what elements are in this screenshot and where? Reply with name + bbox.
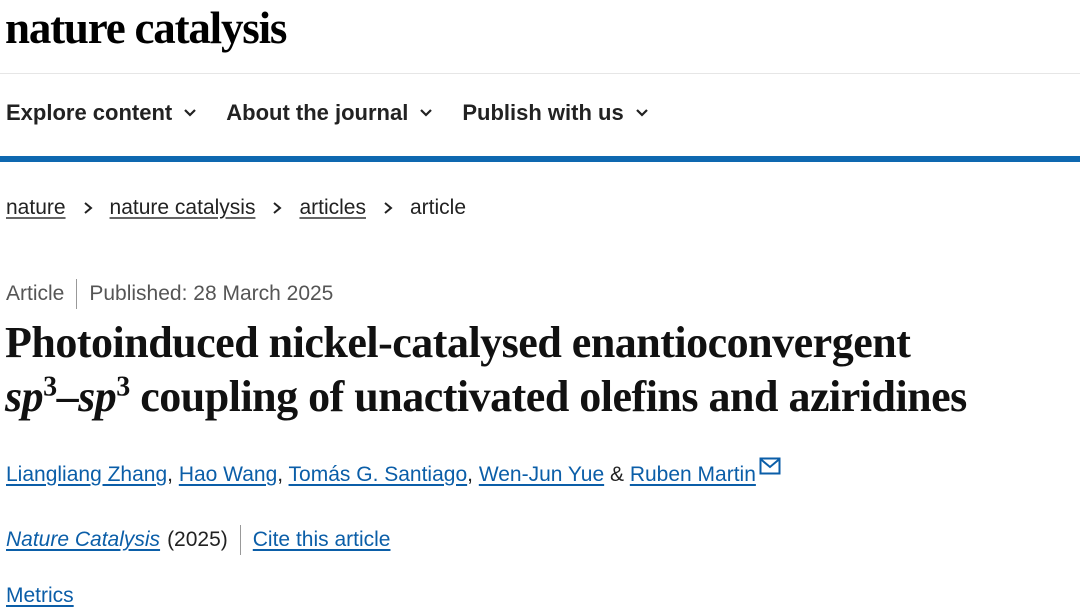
chevron-down-icon <box>420 109 433 117</box>
title-rest: coupling of unactivated olefins and azir… <box>129 372 967 421</box>
breadcrumb-link-articles[interactable]: articles <box>299 196 366 220</box>
author-separator: , <box>167 463 179 486</box>
title-sp-a: sp <box>5 372 44 421</box>
journal-link[interactable]: Nature Catalysis <box>6 528 160 552</box>
journal-citation-line: Nature Catalysis (2025) Cite this articl… <box>6 525 390 555</box>
mail-icon[interactable] <box>759 457 781 475</box>
title-sup-b: 3 <box>116 371 130 403</box>
main-nav: Explore content About the journal Publis… <box>6 100 650 126</box>
author-list: Liangliang Zhang, Hao Wang, Tomás G. San… <box>6 457 781 487</box>
author-link[interactable]: Wen-Jun Yue <box>479 463 604 486</box>
page: nature catalysis Explore content About t… <box>0 0 1080 616</box>
nav-item-label: Publish with us <box>462 100 624 125</box>
nav-explore-content[interactable]: Explore content <box>6 100 198 126</box>
metrics-link[interactable]: Metrics <box>6 584 74 608</box>
title-line-1: Photoinduced nickel-catalysed enantiocon… <box>5 318 911 367</box>
nav-publish-with-us[interactable]: Publish with us <box>462 100 649 126</box>
author-link[interactable]: Liangliang Zhang <box>6 463 167 486</box>
author-separator: , <box>467 463 479 486</box>
breadcrumb-link-nature-catalysis[interactable]: nature catalysis <box>110 196 256 220</box>
title-dash: – <box>56 372 79 421</box>
published-date: Published: 28 March 2025 <box>89 282 334 305</box>
breadcrumb: nature nature catalysis articles article <box>6 196 466 220</box>
title-sp-b: sp <box>78 372 117 421</box>
article-title: Photoinduced nickel-catalysed enantiocon… <box>5 316 1080 424</box>
article-meta: Article Published: 28 March 2025 <box>6 279 333 309</box>
nav-about-journal[interactable]: About the journal <box>226 100 434 126</box>
article-type: Article <box>6 282 65 305</box>
breadcrumb-current: article <box>409 196 467 219</box>
journal-logo[interactable]: nature catalysis <box>5 6 287 51</box>
nav-accent-bar <box>0 156 1080 162</box>
cite-this-article-link[interactable]: Cite this article <box>253 528 391 552</box>
author-separator: , <box>277 463 289 486</box>
nav-item-label: Explore content <box>6 100 173 125</box>
author-separator: & <box>604 463 630 486</box>
breadcrumb-link-nature[interactable]: nature <box>6 196 66 220</box>
author-link-corresponding[interactable]: Ruben Martin <box>630 463 756 486</box>
chevron-right-icon <box>273 202 283 214</box>
title-sup-a: 3 <box>43 371 57 403</box>
meta-divider <box>76 279 78 309</box>
chevron-right-icon <box>384 202 393 214</box>
publication-year: (2025) <box>167 528 228 551</box>
header-divider <box>0 73 1080 74</box>
nav-item-label: About the journal <box>226 100 409 125</box>
author-link[interactable]: Hao Wang <box>179 463 277 486</box>
chevron-down-icon <box>184 109 197 117</box>
chevron-right-icon <box>83 202 93 214</box>
meta-divider <box>239 525 241 555</box>
chevron-down-icon <box>635 109 648 117</box>
author-link[interactable]: Tomás G. Santiago <box>289 463 468 486</box>
